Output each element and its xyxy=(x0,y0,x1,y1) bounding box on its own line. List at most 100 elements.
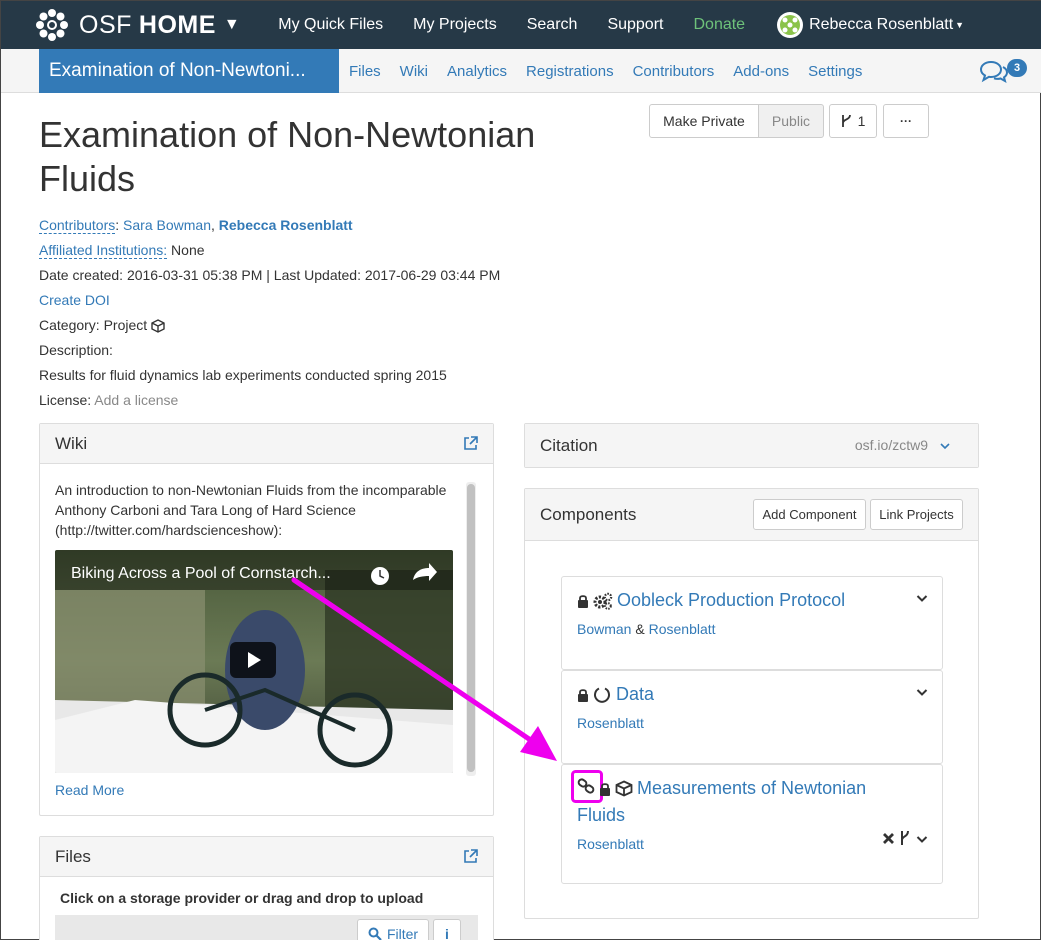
main-nav-links: My Quick Files My Projects Search Suppor… xyxy=(278,16,775,34)
caret-down-icon: ▼ xyxy=(955,20,965,30)
contributor-link[interactable]: Rosenblatt xyxy=(577,715,644,731)
files-toolbar: Filter i xyxy=(55,915,478,940)
lock-icon xyxy=(578,689,588,702)
citation-panel[interactable]: Citation osf.io/zctw9 xyxy=(524,423,979,468)
contributors-line: Contributors: Sara Bowman, Rebecca Rosen… xyxy=(39,217,353,234)
component-contributors: Rosenblatt xyxy=(577,836,644,852)
brand-home: HOME xyxy=(138,10,216,39)
nav-my-quick-files[interactable]: My Quick Files xyxy=(278,16,383,34)
component-item: Data Rosenblatt xyxy=(561,670,943,764)
components-panel-header: Components Add Component Link Projects xyxy=(525,489,978,541)
affiliated-value: None xyxy=(171,242,205,258)
read-more-link[interactable]: Read More xyxy=(55,782,124,798)
project-title: Examination of Non-Newtonian Fluids xyxy=(39,114,536,199)
link-icon xyxy=(577,778,595,794)
contributor-link[interactable]: Bowman xyxy=(577,621,631,637)
add-component-button[interactable]: Add Component xyxy=(753,499,866,530)
wiki-panel-header: Wiki xyxy=(40,424,493,464)
top-navbar: OSF HOME ▼ My Quick Files My Projects Se… xyxy=(1,1,1041,49)
osf-home-brand[interactable]: OSF HOME ▼ xyxy=(35,8,240,42)
contributors-label[interactable]: Contributors xyxy=(39,217,116,234)
nav-donate[interactable]: Donate xyxy=(693,16,745,34)
project-tab-addons[interactable]: Add-ons xyxy=(733,63,789,80)
components-panel: Components Add Component Link Projects O… xyxy=(524,488,979,919)
project-nav-links: Files Wiki Analytics Registrations Contr… xyxy=(349,49,881,93)
nav-my-projects[interactable]: My Projects xyxy=(413,16,497,34)
info-icon: i xyxy=(445,926,449,940)
link-projects-button[interactable]: Link Projects xyxy=(870,499,963,530)
project-tab-wiki[interactable]: Wiki xyxy=(400,63,428,80)
fork-count: 1 xyxy=(857,113,866,129)
brand-osf: OSF xyxy=(79,10,132,39)
description-label: Description: xyxy=(39,342,113,358)
contributor-link[interactable]: Sara Bowman xyxy=(123,217,211,233)
wiki-panel: Wiki An introduction to non-Newtonian Fl… xyxy=(39,423,494,816)
scrollbar-thumb[interactable] xyxy=(467,484,475,772)
fork-icon[interactable] xyxy=(899,830,911,846)
info-button[interactable]: i xyxy=(433,919,461,940)
search-icon xyxy=(368,927,382,940)
contributor-link[interactable]: Rebecca Rosenblatt xyxy=(219,217,353,233)
comments-toggle[interactable]: 3 xyxy=(979,59,1027,83)
project-tab-registrations[interactable]: Registrations xyxy=(526,63,614,80)
chevron-down-icon xyxy=(940,443,950,450)
osf-logo-icon xyxy=(36,9,68,41)
contributor-link[interactable]: Rosenblatt xyxy=(649,621,716,637)
wiki-scrollbar[interactable] xyxy=(466,482,476,776)
chevron-down-icon[interactable] xyxy=(916,594,928,603)
affiliated-label[interactable]: Affiliated Institutions: xyxy=(39,242,168,259)
nav-support[interactable]: Support xyxy=(607,16,663,34)
project-navbar: Examination of Non-Newtoni... Files Wiki… xyxy=(1,49,1041,93)
citation-panel-header: Citation osf.io/zctw9 xyxy=(525,424,978,467)
external-link-icon[interactable] xyxy=(463,849,478,864)
project-nav-title[interactable]: Examination of Non-Newtoni... xyxy=(39,49,339,93)
wiki-heading: Wiki xyxy=(55,433,88,453)
video-thumbnail xyxy=(55,550,453,773)
project-tab-files[interactable]: Files xyxy=(349,63,381,80)
external-link-icon[interactable] xyxy=(463,436,478,451)
add-license-link[interactable]: Add a license xyxy=(94,392,178,408)
public-button[interactable]: Public xyxy=(758,104,824,138)
files-panel-header: Files xyxy=(40,837,493,877)
files-panel: Files Click on a storage provider or dra… xyxy=(39,836,494,940)
component-contributors: Rosenblatt xyxy=(577,715,644,731)
filter-button[interactable]: Filter xyxy=(357,919,429,940)
category-line: Category: Project xyxy=(39,317,165,334)
lock-icon xyxy=(600,783,610,796)
create-doi-label: Create DOI xyxy=(39,292,110,308)
component-title-link-continued[interactable]: Fluids xyxy=(577,805,625,826)
license-line: License: Add a license xyxy=(39,392,178,408)
nav-search[interactable]: Search xyxy=(527,16,578,34)
comments-icon xyxy=(979,60,1009,83)
chevron-down-icon[interactable] xyxy=(916,688,928,697)
citation-link[interactable]: osf.io/zctw9 xyxy=(855,437,928,453)
license-label: License: xyxy=(39,392,92,408)
caret-down-icon: ▼ xyxy=(223,16,241,33)
fork-button[interactable]: 1 xyxy=(829,104,877,138)
components-heading: Components xyxy=(540,504,637,524)
contributor-link[interactable]: Rosenblatt xyxy=(577,836,644,852)
make-private-button[interactable]: Make Private xyxy=(649,104,759,138)
remove-icon[interactable] xyxy=(882,832,895,845)
citation-heading: Citation xyxy=(540,435,598,455)
project-tab-settings[interactable]: Settings xyxy=(808,63,862,80)
project-tab-analytics[interactable]: Analytics xyxy=(447,63,507,80)
video-title[interactable]: Biking Across a Pool of Cornstarch... xyxy=(71,565,331,583)
dates-line: Date created: 2016-03-31 05:38 PM | Last… xyxy=(39,267,501,283)
create-doi-link[interactable]: Create DOI xyxy=(39,292,110,308)
files-instructions: Click on a storage provider or drag and … xyxy=(60,890,424,906)
video-embed[interactable]: Biking Across a Pool of Cornstarch... xyxy=(55,550,453,773)
chevron-down-icon[interactable] xyxy=(916,835,928,844)
ellipsis-icon: ··· xyxy=(900,114,912,128)
project-tab-contributors[interactable]: Contributors xyxy=(633,63,715,80)
component-title-link[interactable]: Measurements of Newtonian xyxy=(637,778,866,799)
cube-icon xyxy=(151,319,165,334)
user-menu[interactable]: Rebecca Rosenblatt ▼ xyxy=(777,12,964,38)
more-options-button[interactable]: ··· xyxy=(883,104,929,138)
wiki-content-text: An introduction to non-Newtonian Fluids … xyxy=(55,482,447,538)
component-title-link[interactable]: Data xyxy=(616,684,654,705)
component-title-link[interactable]: Oobleck Production Protocol xyxy=(617,590,845,611)
avatar-pattern-icon xyxy=(780,15,801,35)
component-contributors: Bowman & Rosenblatt xyxy=(577,621,716,637)
cube-icon xyxy=(615,780,633,797)
